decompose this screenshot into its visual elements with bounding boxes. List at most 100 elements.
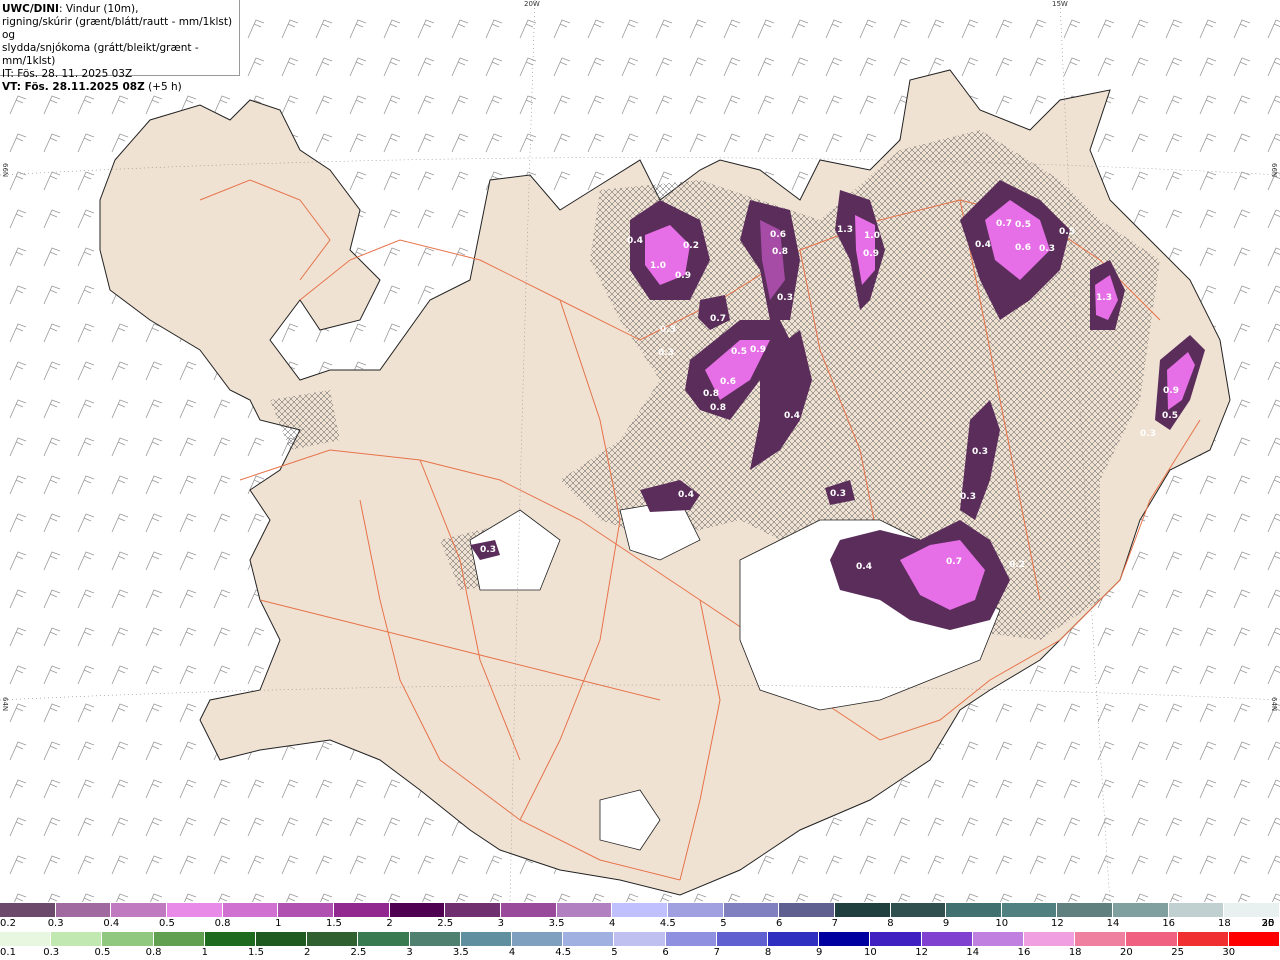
colorbar-tick-label: 6 [662, 947, 669, 958]
colorbar-swatch [153, 932, 205, 946]
colorbar-tick-label: 7 [831, 918, 838, 929]
precip-value-label: 1.0 [864, 231, 880, 241]
precip-value-label: 0.2 [1009, 560, 1025, 570]
precip-value-label: 0.9 [750, 345, 766, 355]
colorbar-tick-label: 14 [1106, 918, 1120, 929]
precip-value-label: 0.4 [678, 490, 694, 500]
colorbar-swatch [716, 932, 769, 946]
precip-value-label: 0.3 [813, 525, 829, 535]
title-line1: : Vindur (10m), [58, 3, 139, 15]
colorbar-tick-label: 10 [995, 918, 1009, 929]
colorbar-tick-label: 2 [304, 947, 311, 958]
colorbar-swatch [445, 903, 501, 917]
colorbar-swatch [0, 903, 56, 917]
precip-value-label: 0.4 [856, 562, 872, 572]
colorbar-swatch [921, 932, 973, 946]
colorbar-swatch [389, 903, 446, 917]
colorbar-tick-label: 12 [915, 947, 928, 958]
colorbar-swatch [612, 903, 668, 917]
colorbar-swatch [1126, 932, 1178, 946]
colorbar-swatch [1075, 932, 1127, 946]
precip-value-label: 0.2 [683, 241, 699, 251]
colorbar-tick-label: 8 [887, 918, 894, 929]
precip-value-label: 0.4 [627, 236, 643, 246]
colorbar-swatch [1113, 903, 1169, 917]
colorbar-tick-label: 30 [1222, 947, 1236, 958]
precip-value-label: 0.3 [660, 325, 676, 335]
precip-value-label: 0.3 [658, 348, 674, 358]
colorbar-tick-label: 3 [497, 918, 505, 929]
precip-value-label: 0.4 [784, 411, 800, 421]
colorbar-swatch [1177, 932, 1229, 946]
precip-value-label: 0.5 [1015, 220, 1031, 230]
colorbar-swatch [1001, 903, 1058, 917]
colorbar-swatch [278, 903, 334, 917]
colorbar-tick-label: 18 [1217, 918, 1231, 929]
forecast-offset: (+5 h) [144, 81, 182, 93]
colorbar-tick-label: 1 [275, 918, 282, 929]
precip-value-label: 0.6 [770, 230, 786, 240]
colorbar-swatch [1228, 932, 1280, 946]
colorbar-tick-label: 1.5 [248, 947, 264, 958]
colorbar-tick-label: 0.1 [0, 947, 16, 958]
colorbar-swatch [204, 932, 257, 946]
colorbar-rain [0, 932, 1280, 946]
colorbar-swatch [1057, 903, 1114, 917]
colorbar-swatch [870, 932, 922, 946]
precip-value-label: 0.3 [777, 293, 793, 303]
colorbar-swatch [111, 903, 167, 917]
colorbar-swatch [723, 903, 780, 917]
colorbar-tick-label: 3.5 [452, 947, 469, 958]
colorbar-swatch [819, 932, 871, 946]
weather-map: 0.41.00.90.20.70.30.3 0.5 0.90.60.80.80.40… [0, 0, 1280, 902]
precip-value-label: 0.3 [480, 545, 496, 555]
colorbar-tick-label: 4 [508, 947, 516, 958]
colorbar-swatch [890, 903, 947, 917]
colorbar-swatch [779, 903, 835, 917]
colorbar-tick-label: 0.2 [0, 918, 16, 929]
precip-value-label: 0.3 [1140, 429, 1156, 439]
colorbar-tick-label: 0.3 [47, 918, 64, 929]
precip-value-label: 1.3 [837, 225, 853, 235]
precip-value-label: 0.8 [703, 389, 719, 399]
colorbar-tick-label: 9 [942, 918, 950, 929]
colorbar-swatch [102, 932, 154, 946]
colorbar-swatch [972, 932, 1025, 946]
colorbar-swatch [166, 903, 223, 917]
precip-value-label: 0.3 [830, 489, 846, 499]
precip-value-label: 0.7 [710, 314, 726, 324]
colorbar-swatch [409, 932, 461, 946]
title-line3: slydda/snjókoma (grátt/bleikt/grænt - mm… [2, 42, 199, 67]
colorbar-tick-label: 18 [1068, 947, 1082, 958]
precip-value-label: 0.9 [1163, 386, 1179, 396]
colorbar-tick-label: 0.8 [214, 918, 231, 929]
colorbar-swatch [333, 903, 390, 917]
precip-value-label: 0.5 [731, 347, 747, 357]
colorbar-tick-label: 12 [1051, 918, 1064, 929]
colorbar-swatch [51, 932, 103, 946]
colorbar-swatch [556, 903, 613, 917]
precip-value-label: 0.6 [720, 377, 736, 387]
precip-value-label: 0.7 [946, 557, 962, 567]
init-time: IT: Fös. 28. 11. 2025 03Z [2, 68, 133, 80]
precip-value-label: 0.6 [1015, 243, 1031, 253]
colorbar-tick-label: 4.5 [659, 918, 676, 929]
colorbar-tick-label: 2 [386, 918, 393, 929]
colorbar-tick-label: 7 [713, 947, 720, 958]
colorbar-tick-label: 5 [720, 918, 727, 929]
precip-value-label: 0.8 [710, 403, 726, 413]
precip-value-label: 0.4 [975, 240, 991, 250]
colorbar-swatch [1024, 932, 1076, 946]
precip-value-label: 1.3 [1096, 293, 1112, 303]
colorbar-tick-label: 0.3 [43, 947, 60, 958]
colorbar-swatch [512, 932, 564, 946]
colorbar-swatch [1168, 903, 1225, 917]
model-name: UWC/DINI [2, 3, 59, 15]
precip-value-label: 0.7 [996, 219, 1012, 229]
colorbar-swatch [500, 903, 557, 917]
precip-value-label: 1.0 [650, 261, 666, 271]
colorbar-swatch [256, 932, 308, 946]
precip-value-label: 0.5 [1059, 227, 1075, 237]
colorbar-tick-label: 0.4 [103, 918, 120, 929]
colorbar-tick-label: 30 [1261, 918, 1275, 929]
